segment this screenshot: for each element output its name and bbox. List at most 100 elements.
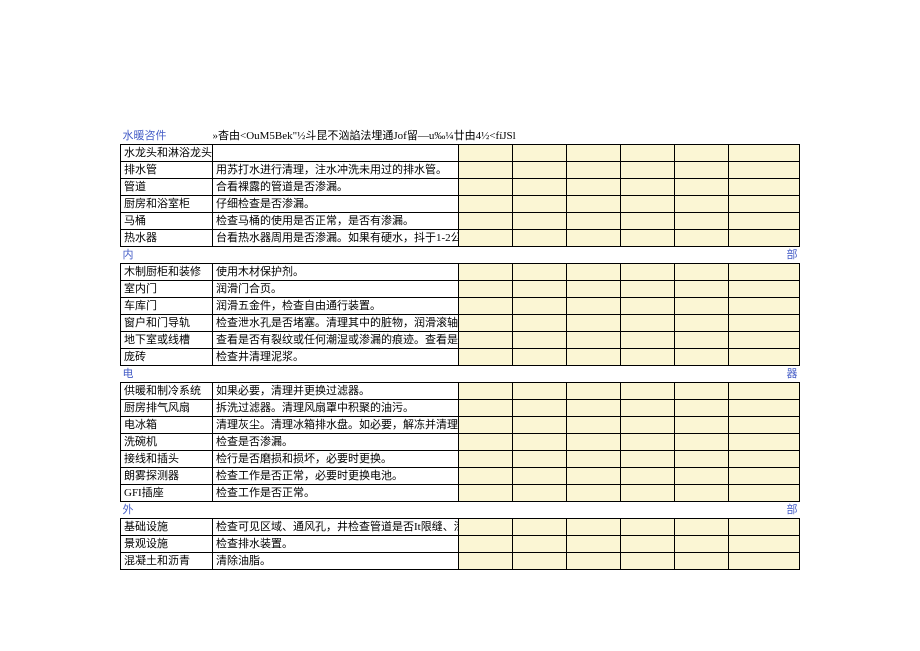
blank-cell	[459, 162, 513, 179]
row-label: 厨房和浴室柜	[121, 196, 213, 213]
blank-cell	[729, 468, 800, 485]
blank-cell	[675, 196, 729, 213]
section-title: 内	[121, 247, 213, 264]
blank-cell	[567, 298, 621, 315]
table-row: 景观设施检查排水装置。	[121, 536, 800, 553]
blank-cell	[729, 196, 800, 213]
blank-cell	[621, 145, 675, 162]
blank-cell	[675, 281, 729, 298]
blank-cell	[729, 298, 800, 315]
blank-cell	[729, 145, 800, 162]
blank-cell	[567, 332, 621, 349]
blank-cell	[729, 281, 800, 298]
row-label: 庞砖	[121, 349, 213, 366]
row-desc: 检查工作是否正常，必要时更换电池。	[213, 468, 459, 485]
blank-cell	[567, 519, 621, 536]
blank-cell	[675, 383, 729, 400]
blank-cell	[621, 417, 675, 434]
blank-cell	[675, 213, 729, 230]
blank-cell	[621, 162, 675, 179]
blank-cell	[621, 213, 675, 230]
table-row: 厨房排气风扇拆洗过滤器。清理风扇罩中积聚的油污。	[121, 400, 800, 417]
row-desc: 检查马桶的使用是否正常，是否有渗漏。	[213, 213, 459, 230]
blank-cell	[513, 417, 567, 434]
blank-cell	[729, 213, 800, 230]
blank-cell	[513, 553, 567, 570]
row-label: 排水管	[121, 162, 213, 179]
table-row: 地下室或线槽查看是否有裂纹或任何潮湿或渗漏的痕迹。查看是否有白蚁或蛀虫活动的痕迹…	[121, 332, 800, 349]
row-desc: 检查泄水孔是否堵塞。清理其中的脏物，润滑滚轴和插销。	[213, 315, 459, 332]
blank-cell	[567, 264, 621, 281]
section-title-right: 部	[729, 502, 800, 519]
checklist-table: 水暖咨件»杳由<OuM5Bek"½斗昆不汹諂法埋通Jof留—u‰¼廿由4½<fí…	[120, 128, 800, 570]
blank-cell	[729, 434, 800, 451]
row-desc: 拆洗过滤器。清理风扇罩中积聚的油污。	[213, 400, 459, 417]
table-row: 窗户和门导轨检查泄水孔是否堵塞。清理其中的脏物，润滑滚轴和插销。	[121, 315, 800, 332]
blank-cell	[675, 145, 729, 162]
row-label: 厨房排气风扇	[121, 400, 213, 417]
blank-cell	[513, 264, 567, 281]
blank-cell	[459, 145, 513, 162]
blank-cell	[513, 281, 567, 298]
blank-cell	[729, 485, 800, 502]
blank-cell	[729, 383, 800, 400]
blank-cell	[459, 417, 513, 434]
table-row: 车库门润滑五金件，检查自由通行装置。	[121, 298, 800, 315]
blank-cell	[513, 434, 567, 451]
row-label: 朗雾探测器	[121, 468, 213, 485]
row-label: 热水器	[121, 230, 213, 247]
blank-cell	[513, 298, 567, 315]
row-label: 景观设施	[121, 536, 213, 553]
blank-cell	[459, 485, 513, 502]
blank-cell	[729, 332, 800, 349]
blank-cell	[513, 230, 567, 247]
row-desc: 如果必要，清理并更换过滤器。	[213, 383, 459, 400]
section-title-right: 部	[729, 247, 800, 264]
blank-cell	[621, 264, 675, 281]
row-desc: 清除油脂。	[213, 553, 459, 570]
blank-cell	[729, 264, 800, 281]
table-row: 供暖和制冷系统如果必要，清理并更换过滤器。	[121, 383, 800, 400]
blank-cell	[621, 298, 675, 315]
blank-cell	[513, 196, 567, 213]
blank-cell	[675, 434, 729, 451]
table-row: 基础设施检查可见区域、通风孔，井检查管道是否It限缝、漆漏或堵塞。	[121, 519, 800, 536]
blank-cell	[567, 196, 621, 213]
table-row: 厨房和浴室柜仔细检查是否渗漏。	[121, 196, 800, 213]
blank-cell	[675, 332, 729, 349]
blank-cell	[567, 179, 621, 196]
blank-cell	[567, 162, 621, 179]
row-desc: 使用木材保护剂。	[213, 264, 459, 281]
table-row: 庞砖检查井清理泥浆。	[121, 349, 800, 366]
blank-cell	[567, 536, 621, 553]
section-spacer	[213, 366, 459, 383]
blank-cell	[621, 468, 675, 485]
row-label: 木制厨柜和装修	[121, 264, 213, 281]
table-row: 马桶检查马桶的使用是否正常，是否有渗漏。	[121, 213, 800, 230]
table-row: 木制厨柜和装修使用木材保护剂。	[121, 264, 800, 281]
row-desc	[213, 145, 459, 162]
section-title: 外	[121, 502, 213, 519]
header-garble: »杳由<OuM5Bek"½斗昆不汹諂法埋通Jof留—u‰¼廿由4½<fíJSl	[213, 128, 800, 145]
blank-cell	[567, 383, 621, 400]
section-title: 水暖咨件	[121, 128, 213, 145]
blank-cell	[459, 536, 513, 553]
blank-cell	[729, 519, 800, 536]
blank-cell	[567, 485, 621, 502]
blank-cell	[459, 230, 513, 247]
blank-cell	[459, 349, 513, 366]
blank-cell	[729, 451, 800, 468]
row-desc: 清理灰尘。清理冰箱排水盘。如必要，解冻并清理冷冻室。	[213, 417, 459, 434]
blank-cell	[675, 315, 729, 332]
row-desc: 查看是否有裂纹或任何潮湿或渗漏的痕迹。查看是否有白蚁或蛀虫活动的痕迹。	[213, 332, 459, 349]
blank-cell	[729, 536, 800, 553]
table-row: 电冰箱清理灰尘。清理冰箱排水盘。如必要，解冻并清理冷冻室。	[121, 417, 800, 434]
blank-cell	[675, 179, 729, 196]
blank-cell	[675, 230, 729, 247]
section-spacer	[213, 502, 459, 519]
blank-cell	[621, 349, 675, 366]
blank-cell	[459, 196, 513, 213]
blank-cell	[675, 553, 729, 570]
blank-cell	[567, 417, 621, 434]
row-desc: 合看裸露的管道是否渗漏。	[213, 179, 459, 196]
